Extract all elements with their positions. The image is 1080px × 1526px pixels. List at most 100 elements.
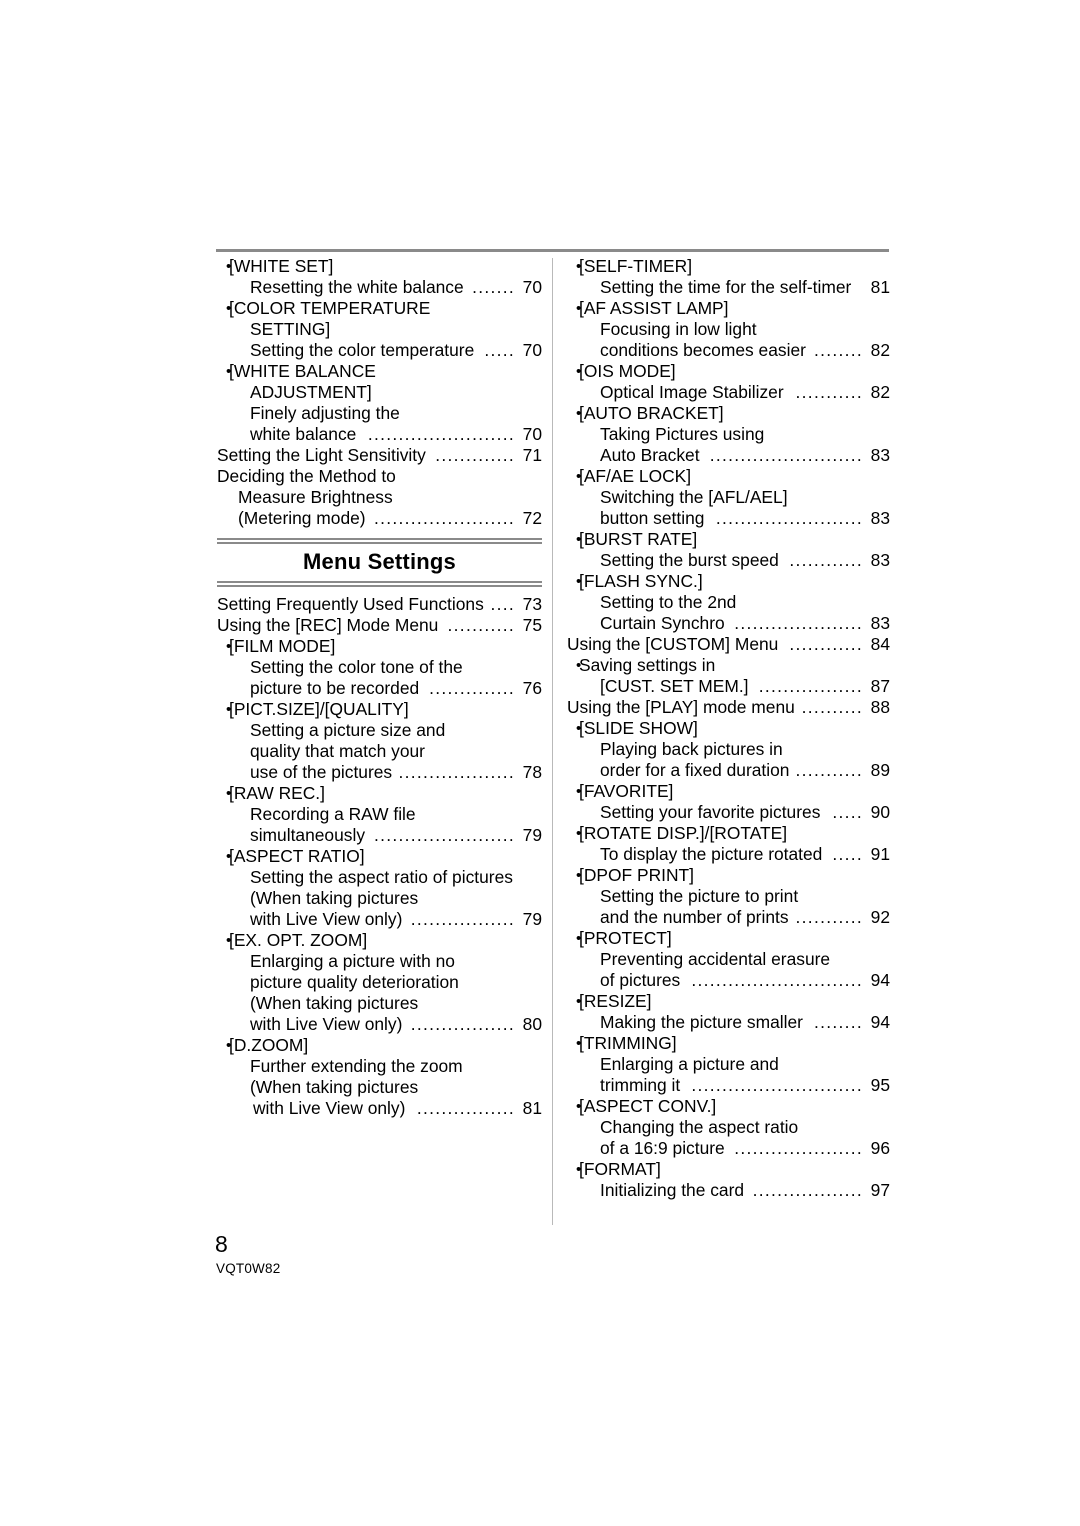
dot-leader: ................ bbox=[416, 1098, 515, 1118]
bullet-icon bbox=[567, 823, 579, 844]
toc-entry-leader: .......... 88 bbox=[802, 697, 890, 718]
toc-entry-leader: ..... 70 bbox=[484, 340, 542, 361]
toc-page-number: 84 bbox=[870, 634, 890, 654]
toc-page-number: 90 bbox=[870, 802, 890, 822]
toc-entry: with Live View only) ................. 79 bbox=[217, 909, 542, 930]
toc-entry-label: [AF/AE LOCK] bbox=[579, 466, 692, 486]
toc-page-number: 71 bbox=[522, 445, 542, 465]
toc-entry-leader: 81 bbox=[863, 277, 890, 298]
toc-entry: Setting your favorite pictures ..... 90 bbox=[567, 802, 890, 823]
toc-entry-label: [RAW REC.] bbox=[229, 783, 325, 803]
dot-leader: ........... bbox=[447, 615, 515, 635]
bullet-icon bbox=[217, 361, 229, 382]
toc-entry-label: Setting to the 2nd bbox=[600, 592, 737, 612]
bullet-icon bbox=[567, 361, 579, 382]
toc-entry-label: (When taking pictures bbox=[250, 993, 419, 1013]
toc-entry-label: ADJUSTMENT] bbox=[250, 382, 372, 402]
toc-entry-label: (When taking pictures bbox=[250, 1077, 419, 1097]
toc-entry: [RESIZE] bbox=[567, 991, 890, 1012]
bullet-icon bbox=[567, 1159, 579, 1180]
bullet-icon bbox=[567, 1096, 579, 1117]
toc-entry-label: quality that match your bbox=[250, 741, 425, 761]
toc-entry-label: [FAVORITE] bbox=[579, 781, 674, 801]
toc-entry: [RAW REC.] bbox=[217, 783, 542, 804]
toc-entry-label: Setting the burst speed bbox=[600, 550, 779, 570]
toc-entry: [AF/AE LOCK] bbox=[567, 466, 890, 487]
dot-leader: ........................ bbox=[715, 508, 863, 528]
dot-leader: ......................... bbox=[709, 445, 863, 465]
toc-entry: [ASPECT RATIO] bbox=[217, 846, 542, 867]
bullet-icon bbox=[567, 466, 579, 487]
toc-entry-leader: ......................... 83 bbox=[710, 445, 890, 466]
dot-leader: ............ bbox=[789, 550, 863, 570]
bullet-icon bbox=[567, 1033, 579, 1054]
dot-leader: ..... bbox=[832, 802, 863, 822]
dot-leader: ............ bbox=[789, 634, 863, 654]
toc-entry-label: (When taking pictures bbox=[250, 888, 419, 908]
toc-entry: [FLASH SYNC.] bbox=[567, 571, 890, 592]
toc-entry-label: Using the [REC] Mode Menu bbox=[217, 615, 439, 635]
toc-entry: SETTING] bbox=[217, 319, 542, 340]
toc-entry: Setting the burst speed ............ 83 bbox=[567, 550, 890, 571]
toc-entry-leader: .... 73 bbox=[490, 594, 542, 615]
toc-entry: [COLOR TEMPERATURE bbox=[217, 298, 542, 319]
toc-entry: with Live View only) ................ 81 bbox=[217, 1098, 542, 1119]
toc-entry: Switching the [AFL/AEL] bbox=[567, 487, 890, 508]
toc-page-number: 79 bbox=[522, 909, 542, 929]
toc-entry-label: [ROTATE DISP.]/[ROTATE] bbox=[579, 823, 788, 843]
toc-entry-label: Using the [CUSTOM] Menu bbox=[567, 634, 779, 654]
dot-leader: ....................... bbox=[373, 825, 515, 845]
toc-entry: white balance ........................ 70 bbox=[217, 424, 542, 445]
toc-entry: Using the [CUSTOM] Menu ............ 84 bbox=[567, 634, 890, 655]
toc-entry-leader: ........ 82 bbox=[814, 340, 890, 361]
toc-entry-leader: ....... 70 bbox=[472, 277, 542, 298]
toc-entry-label: [FORMAT] bbox=[579, 1159, 661, 1179]
toc-entry: and the number of prints ........... 92 bbox=[567, 907, 890, 928]
toc-entry: use of the pictures ................... 7… bbox=[217, 762, 542, 783]
toc-page-number: 97 bbox=[870, 1180, 890, 1200]
toc-entry-label: Auto Bracket bbox=[600, 445, 700, 465]
toc-entry: Taking Pictures using bbox=[567, 424, 890, 445]
toc-entry: To display the picture rotated ..... 91 bbox=[567, 844, 890, 865]
toc-entry-label: SETTING] bbox=[250, 319, 331, 339]
bullet-icon bbox=[217, 846, 229, 867]
bullet-icon bbox=[567, 571, 579, 592]
toc-entry-leader: ..................... 96 bbox=[734, 1138, 890, 1159]
toc-entry: Finely adjusting the bbox=[217, 403, 542, 424]
toc-entry: Changing the aspect ratio bbox=[567, 1117, 890, 1138]
toc-entry-label: of a 16:9 picture bbox=[600, 1138, 725, 1158]
header-rule bbox=[216, 249, 889, 252]
toc-entry-label: picture quality deterioration bbox=[250, 972, 459, 992]
toc-entry-label: [SELF-TIMER] bbox=[579, 256, 693, 276]
toc-entry-label: Setting the Light Sensitivity bbox=[217, 445, 426, 465]
toc-page-number: 70 bbox=[522, 340, 542, 360]
toc-page-number: 80 bbox=[522, 1014, 542, 1034]
toc-entry: Using the [PLAY] mode menu .......... 88 bbox=[567, 697, 890, 718]
toc-entry-label: [EX. OPT. ZOOM] bbox=[229, 930, 368, 950]
heading-rule-bottom bbox=[217, 581, 542, 587]
toc-entry-leader: ............ 84 bbox=[789, 634, 890, 655]
toc-entry-leader: ....................... 72 bbox=[374, 508, 542, 529]
toc-entry-label: [BURST RATE] bbox=[579, 529, 698, 549]
toc-entry-label: Measure Brightness bbox=[238, 487, 393, 507]
toc-entry: Preventing accidental erasure bbox=[567, 949, 890, 970]
toc-entry-label: [WHITE SET] bbox=[229, 256, 334, 276]
section-heading-block: Menu Settings bbox=[217, 538, 542, 587]
bullet-icon bbox=[567, 718, 579, 739]
bullet-icon bbox=[217, 783, 229, 804]
toc-entry: Deciding the Method to bbox=[217, 466, 542, 487]
toc-entry: [AF ASSIST LAMP] bbox=[567, 298, 890, 319]
toc-entry-leader: ............................ 94 bbox=[691, 970, 890, 991]
toc-page-number: 81 bbox=[870, 277, 890, 297]
bullet-icon bbox=[217, 699, 229, 720]
dot-leader: .......... bbox=[801, 697, 863, 717]
toc-entry: Further extending the zoom bbox=[217, 1056, 542, 1077]
toc-entry: [WHITE SET] bbox=[217, 256, 542, 277]
toc-entry: [SELF-TIMER] bbox=[567, 256, 890, 277]
toc-page-number: 78 bbox=[522, 762, 542, 782]
toc-entry-label: white balance bbox=[250, 424, 357, 444]
toc-entry-label: Setting the color temperature bbox=[250, 340, 475, 360]
dot-leader: ..... bbox=[832, 844, 863, 864]
toc-entry: Setting the color temperature ..... 70 bbox=[217, 340, 542, 361]
toc-entry-label: with Live View only) bbox=[250, 909, 403, 929]
